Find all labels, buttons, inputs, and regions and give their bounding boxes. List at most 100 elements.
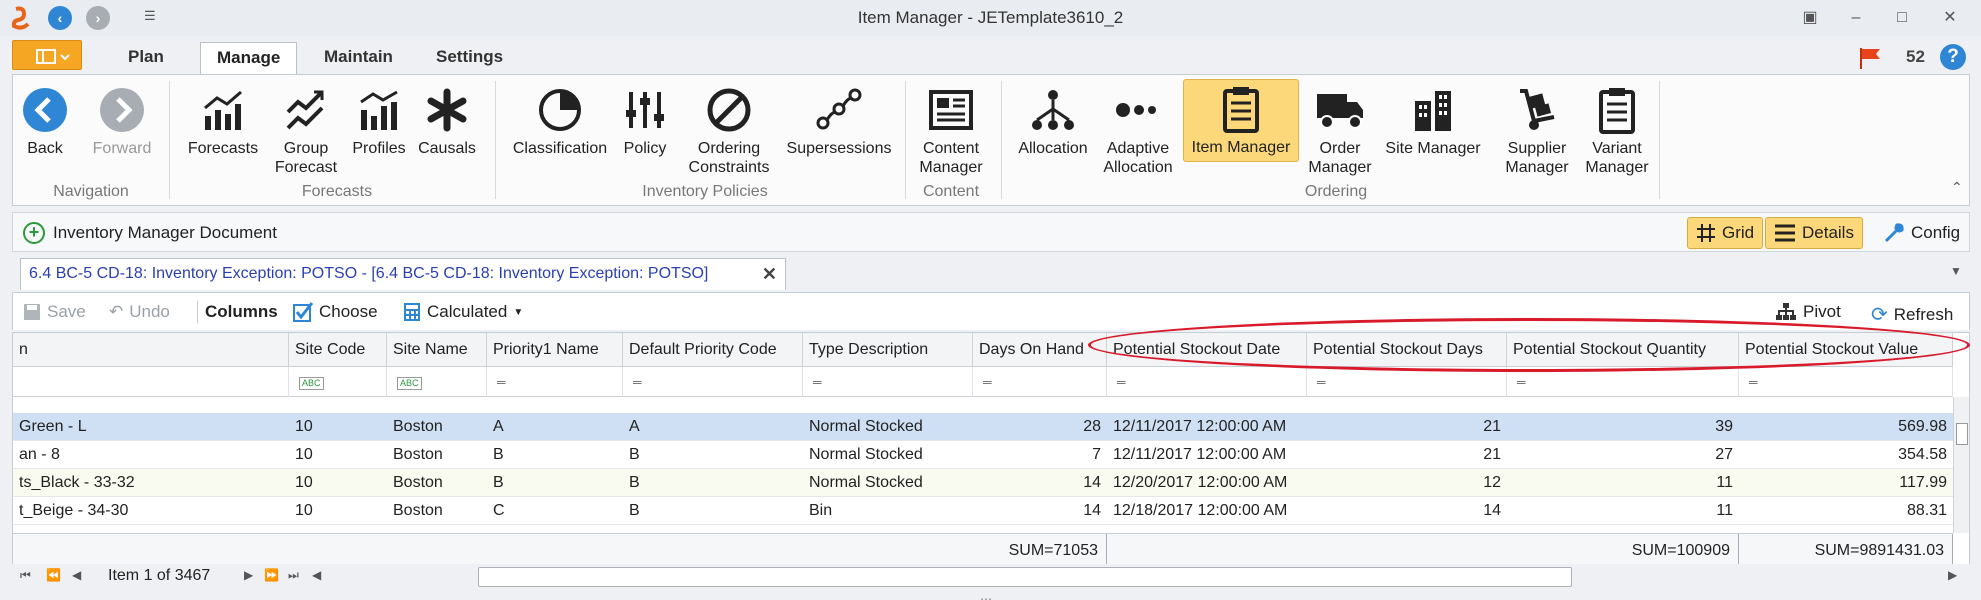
- column-header-priority1-name[interactable]: Priority1 Name: [487, 333, 623, 367]
- column-header-stockout-quantity[interactable]: Potential Stockout Quantity: [1507, 333, 1739, 367]
- tab-inventory-exception[interactable]: 6.4 BC-5 CD-18: Inventory Exception: POT…: [20, 258, 786, 290]
- site-manager-button[interactable]: Site Manager: [1383, 81, 1483, 158]
- undo-button[interactable]: ↶ Undo: [109, 302, 170, 322]
- profiles-button[interactable]: Profiles: [349, 81, 409, 158]
- scroll-thumb[interactable]: [1956, 423, 1968, 445]
- column-header-days-on-hand[interactable]: Days On Hand: [973, 333, 1107, 367]
- flag-icon[interactable]: [1858, 46, 1884, 70]
- filter-cell-type[interactable]: ═: [803, 367, 973, 397]
- cell-priority1: B: [493, 446, 504, 463]
- equals-filter-icon: ═: [497, 375, 506, 389]
- tab-settings[interactable]: Settings: [420, 42, 519, 74]
- filter-cell-stockout-value[interactable]: ═: [1739, 367, 1953, 397]
- order-manager-button[interactable]: Order Manager: [1303, 81, 1377, 177]
- tabs-dropdown-icon[interactable]: ▼: [1950, 264, 1962, 278]
- filter-cell-name[interactable]: [13, 367, 289, 397]
- choose-button[interactable]: Choose: [293, 302, 378, 322]
- add-document-icon[interactable]: +: [23, 222, 45, 244]
- sum-stockout-value: SUM=9891431.03: [1739, 534, 1953, 567]
- prev-page-icon[interactable]: ◀: [72, 568, 81, 582]
- group-forecast-button[interactable]: Group Forecast: [269, 81, 343, 177]
- document-title: Inventory Manager Document: [53, 223, 277, 242]
- filter-cell-priority1[interactable]: ═: [487, 367, 623, 397]
- sum-stockout-quantity: SUM=100909: [1507, 534, 1739, 567]
- horizontal-scrollbar[interactable]: [478, 567, 1572, 587]
- scroll-right-icon[interactable]: ▶: [1948, 568, 1957, 582]
- details-view-button[interactable]: Details: [1765, 217, 1863, 249]
- table-row[interactable]: ts_Black - 33-32 10 Boston B B Normal St…: [13, 469, 1953, 497]
- scroll-left-icon[interactable]: ◀: [312, 568, 321, 582]
- filter-cell-site-name[interactable]: ABC: [387, 367, 487, 397]
- equals-filter-icon: ═: [1517, 375, 1526, 389]
- columns-button[interactable]: Columns: [205, 302, 278, 322]
- next-page-group-icon[interactable]: ⏩: [264, 568, 279, 582]
- document-tabs: 6.4 BC-5 CD-18: Inventory Exception: POT…: [12, 256, 1970, 290]
- classification-button[interactable]: Classification: [507, 81, 613, 158]
- variant-manager-label: Variant Manager: [1585, 140, 1649, 176]
- allocation-button[interactable]: Allocation: [1015, 81, 1091, 158]
- supplier-manager-button[interactable]: Supplier Manager: [1499, 81, 1575, 177]
- column-header-stockout-value[interactable]: Potential Stockout Value: [1739, 333, 1953, 367]
- collapse-ribbon-icon[interactable]: ⌃: [1951, 179, 1963, 196]
- column-header-stockout-days[interactable]: Potential Stockout Days: [1307, 333, 1507, 367]
- help-icon[interactable]: ?: [1940, 44, 1966, 70]
- filter-cell-default-priority[interactable]: ═: [623, 367, 803, 397]
- cell-site-code: 10: [295, 502, 313, 519]
- column-header-name[interactable]: n: [13, 333, 289, 367]
- column-header-site-code[interactable]: Site Code: [289, 333, 387, 367]
- adaptive-allocation-button[interactable]: Adaptive Allocation: [1099, 81, 1177, 177]
- app-menu-button[interactable]: [12, 40, 82, 70]
- grid-view-button[interactable]: Grid: [1687, 217, 1764, 249]
- notification-count: 52: [1906, 47, 1925, 66]
- maximize-button[interactable]: □: [1888, 6, 1916, 30]
- supersessions-button[interactable]: Supersessions: [783, 81, 895, 158]
- item-manager-button[interactable]: Item Manager: [1183, 79, 1299, 162]
- prev-page-group-icon[interactable]: ⏪: [46, 568, 61, 582]
- first-page-icon[interactable]: ⏮: [20, 568, 31, 583]
- table-row[interactable]: an - 8 10 Boston B B Normal Stocked 7 12…: [13, 441, 1953, 469]
- tab-manage[interactable]: Manage: [200, 42, 298, 74]
- variant-manager-button[interactable]: Variant Manager: [1581, 81, 1653, 177]
- filter-cell-days-on-hand[interactable]: ═: [973, 367, 1107, 397]
- vertical-scrollbar[interactable]: [1953, 397, 1969, 533]
- tab-maintain[interactable]: Maintain: [308, 42, 409, 74]
- table-row[interactable]: t_Beige - 34-30 10 Boston C B Bin 14 12/…: [13, 497, 1953, 525]
- cell-site-code: 10: [295, 418, 313, 435]
- column-header-stockout-date[interactable]: Potential Stockout Date: [1107, 333, 1307, 367]
- pivot-button[interactable]: Pivot: [1775, 302, 1841, 322]
- column-header-site-name[interactable]: Site Name: [387, 333, 487, 367]
- column-header-type-description[interactable]: Type Description: [803, 333, 973, 367]
- policy-sliders-icon: [626, 92, 664, 128]
- choose-label: Choose: [319, 302, 378, 321]
- forecasts-button[interactable]: Forecasts: [183, 81, 263, 158]
- ordering-constraints-button[interactable]: Ordering Constraints: [683, 81, 775, 177]
- table-row[interactable]: Green - L 10 Boston A A Normal Stocked 2…: [13, 413, 1953, 441]
- back-button[interactable]: Back: [17, 81, 73, 158]
- causals-button[interactable]: Causals: [413, 81, 481, 158]
- calculated-dropdown[interactable]: Calculated ▼: [403, 302, 523, 322]
- next-page-icon[interactable]: ▶: [244, 568, 253, 582]
- config-button[interactable]: Config: [1875, 217, 1968, 249]
- cell-site-name: Boston: [393, 418, 443, 435]
- last-page-icon[interactable]: ⏭: [288, 568, 299, 583]
- item-manager-label: Item Manager: [1191, 139, 1291, 156]
- column-header-default-priority-code[interactable]: Default Priority Code: [623, 333, 803, 367]
- restore-icon[interactable]: ▣: [1796, 6, 1824, 30]
- content-manager-button[interactable]: Content Manager: [913, 81, 989, 177]
- tab-plan[interactable]: Plan: [112, 42, 180, 74]
- refresh-button[interactable]: ⟳ Refresh: [1871, 302, 1953, 327]
- save-disk-icon: [24, 304, 40, 320]
- close-button[interactable]: ✕: [1936, 6, 1964, 30]
- splitter-handle[interactable]: ⋯: [980, 592, 992, 600]
- close-tab-icon[interactable]: ✕: [762, 259, 777, 289]
- minimize-button[interactable]: –: [1842, 6, 1870, 30]
- filter-cell-stockout-days[interactable]: ═: [1307, 367, 1507, 397]
- filter-cell-stockout-date[interactable]: ═: [1107, 367, 1307, 397]
- cell-default-priority: B: [629, 502, 640, 519]
- cell-days-on-hand: 7: [1092, 446, 1101, 463]
- policy-button[interactable]: Policy: [617, 81, 673, 158]
- filter-cell-site-code[interactable]: ABC: [289, 367, 387, 397]
- save-button[interactable]: Save: [23, 302, 86, 322]
- forward-button[interactable]: Forward: [85, 81, 159, 158]
- filter-cell-stockout-quantity[interactable]: ═: [1507, 367, 1739, 397]
